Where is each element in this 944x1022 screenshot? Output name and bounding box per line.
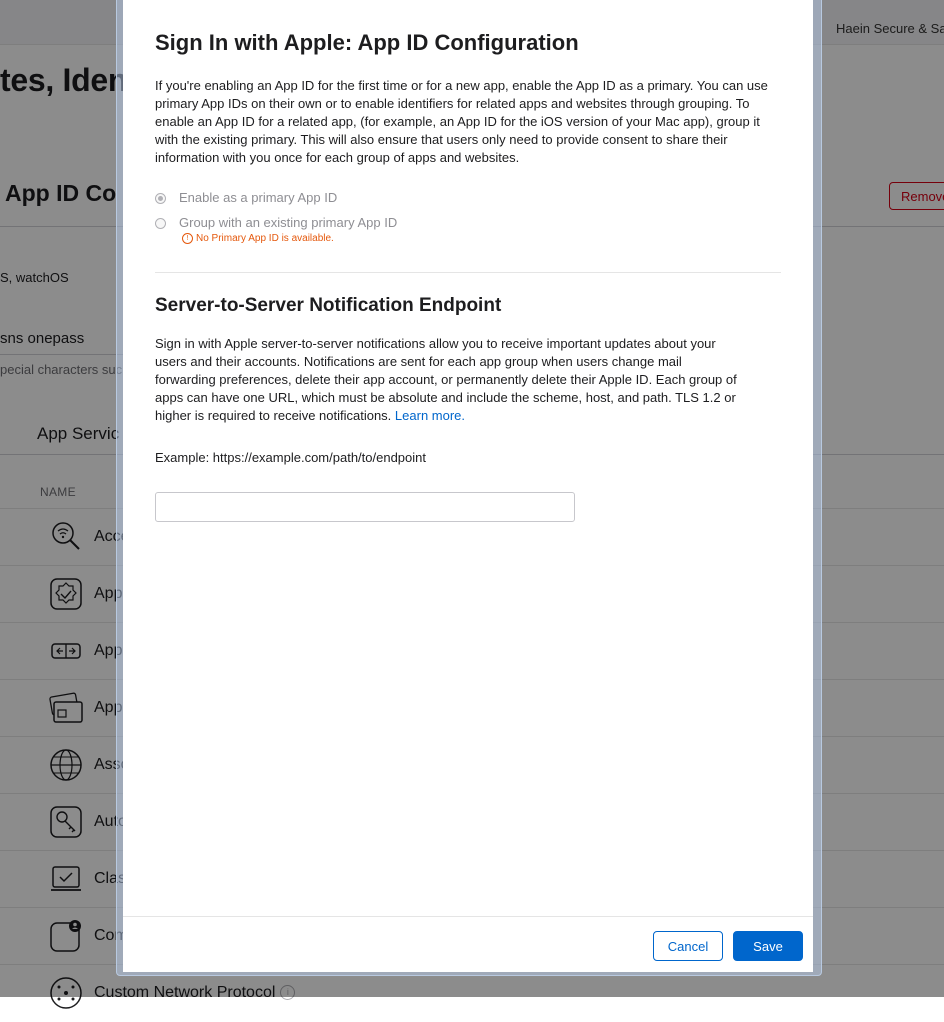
- save-button[interactable]: Save: [733, 931, 803, 961]
- no-primary-warning: ! No Primary App ID is available.: [182, 233, 334, 244]
- option-group-label: Group with an existing primary App ID: [179, 215, 398, 230]
- server-endpoint-title: Server-to-Server Notification Endpoint: [155, 295, 502, 316]
- warning-text: No Primary App ID is available.: [196, 233, 334, 245]
- endpoint-url-input[interactable]: [155, 492, 575, 522]
- learn-more-link[interactable]: Learn more.: [395, 408, 465, 423]
- endpoint-example: Example: https://example.com/path/to/end…: [155, 450, 426, 465]
- warning-icon: !: [182, 233, 193, 244]
- cancel-button[interactable]: Cancel: [653, 931, 723, 961]
- section-divider: [155, 272, 781, 273]
- group-radio[interactable]: [155, 218, 166, 230]
- dialog-title: Sign In with Apple: App ID Configuration: [155, 30, 579, 55]
- option-group-app-id[interactable]: Group with an existing primary App ID: [155, 215, 397, 230]
- dialog-footer: Cancel Save: [123, 916, 813, 973]
- server-endpoint-text: Sign in with Apple server-to-server noti…: [155, 335, 740, 425]
- sign-in-with-apple-dialog: Sign In with Apple: App ID Configuration…: [123, 0, 813, 972]
- dialog-intro-text: If you're enabling an App ID for the fir…: [155, 78, 768, 165]
- option-primary-label: Enable as a primary App ID: [179, 190, 338, 205]
- option-primary-app-id[interactable]: Enable as a primary App ID: [155, 190, 337, 205]
- primary-radio[interactable]: [155, 193, 166, 205]
